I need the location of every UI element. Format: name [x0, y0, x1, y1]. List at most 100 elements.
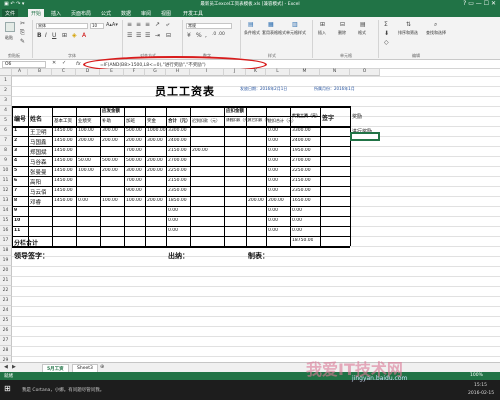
column-header-a[interactable]: A [12, 69, 28, 76]
align-left-icon[interactable]: ☰ [127, 32, 132, 39]
indent-icon[interactable]: ⇥ [155, 32, 160, 39]
cut-icon[interactable]: ✂ [20, 20, 25, 27]
cortana-search[interactable]: 我是 Cortana，小娜。有问题尽管问我。 [22, 387, 104, 393]
row-header-25[interactable]: 25 [0, 316, 12, 326]
conditional-format-button[interactable]: 条件格式 [244, 30, 260, 36]
column-header-c[interactable]: C [52, 69, 76, 76]
format-cells-button[interactable]: 格式 [358, 30, 366, 36]
sort-filter-icon[interactable]: ⇅ [406, 21, 411, 28]
sort-filter-button[interactable]: 排序和筛选 [398, 30, 418, 36]
insert-cells-icon[interactable]: ⊞ [320, 21, 325, 28]
font-grow-icon[interactable]: A▴A▾ [106, 22, 118, 28]
row-header-17[interactable]: 17 [0, 236, 12, 246]
underline-icon[interactable]: U [52, 32, 56, 39]
row-header-15[interactable]: 15 [0, 216, 12, 226]
fill-icon[interactable]: ⬇ [384, 30, 389, 37]
row-header-27[interactable]: 27 [0, 336, 12, 346]
worksheet[interactable]: ABCDEFGHIJKLMNO 1 2 3 4 5 6 7 8 9 10 11 12 13 14 15 16 1… [0, 69, 500, 366]
delete-cells-button[interactable]: 删除 [338, 30, 346, 36]
row-header-1[interactable]: 1 [0, 76, 12, 86]
cell-styles-button[interactable]: 单元格样式 [286, 30, 306, 36]
align-right-icon[interactable]: ☰ [145, 32, 150, 39]
row-header-11[interactable]: 11 [0, 176, 12, 186]
row-header-7[interactable]: 7 [0, 136, 12, 146]
row-header-19[interactable]: 19 [0, 256, 12, 266]
row-header-3[interactable]: 3 [0, 96, 12, 106]
fill-color-icon[interactable]: ◈ [72, 32, 77, 39]
cancel-icon[interactable]: ✕ [52, 60, 56, 66]
align-top-icon[interactable]: ≡ [127, 21, 132, 28]
column-header-l[interactable]: L [266, 69, 290, 76]
row-header-10[interactable]: 10 [0, 166, 12, 176]
cell-styles-icon[interactable]: ▥ [292, 21, 298, 28]
column-header-n[interactable]: N [320, 69, 350, 76]
row-header-28[interactable]: 28 [0, 346, 12, 356]
delete-cells-icon[interactable]: ⊟ [340, 21, 345, 28]
row-header-4[interactable]: 4 [0, 106, 12, 116]
column-header-d[interactable]: D [76, 69, 100, 76]
font-name-select[interactable]: 宋体 [36, 23, 88, 29]
row-header-21[interactable]: 21 [0, 276, 12, 286]
border-icon[interactable]: ⊞ [62, 32, 67, 39]
align-center-icon[interactable]: ☰ [136, 32, 141, 39]
column-header-e[interactable]: E [100, 69, 124, 76]
row-header-13[interactable]: 13 [0, 196, 12, 206]
insert-function-icon[interactable]: fx [76, 61, 81, 67]
windows-start-icon[interactable]: ⊞ [4, 384, 11, 393]
column-header-j[interactable]: J [224, 69, 246, 76]
select-all-corner[interactable] [0, 69, 12, 76]
insert-cells-button[interactable]: 插入 [318, 30, 326, 36]
format-cells-icon[interactable]: ▤ [360, 21, 366, 28]
conditional-format-icon[interactable]: ▤ [248, 21, 254, 28]
align-middle-icon[interactable]: ≡ [136, 21, 141, 28]
row-header-14[interactable]: 14 [0, 206, 12, 216]
column-header-g[interactable]: G [145, 69, 166, 76]
number-format-select[interactable]: 常规 [186, 23, 232, 29]
clear-icon[interactable]: ◇ [384, 39, 389, 46]
column-header-k[interactable]: K [246, 69, 266, 76]
column-header-i[interactable]: I [190, 69, 224, 76]
column-header-o[interactable]: O [350, 69, 380, 76]
column-header-b[interactable]: B [28, 69, 52, 76]
find-select-button[interactable]: 查找和选择 [426, 30, 446, 36]
confirm-icon[interactable]: ✓ [62, 60, 66, 66]
bold-icon[interactable]: B [37, 32, 42, 39]
row-header-24[interactable]: 24 [0, 306, 12, 316]
row-header-2[interactable]: 2 [0, 86, 12, 96]
italic-icon[interactable]: I [45, 32, 47, 39]
find-select-icon[interactable]: ⌕ [434, 21, 437, 29]
paste-icon[interactable] [5, 22, 15, 32]
percent-icon[interactable]: % [196, 32, 202, 39]
name-box[interactable]: O6 [2, 61, 46, 68]
merge-center-icon[interactable]: ⊟ [166, 32, 171, 39]
decimal-icon[interactable]: .0 .00 [212, 32, 225, 37]
row-header-22[interactable]: 22 [0, 286, 12, 296]
row-header-16[interactable]: 16 [0, 226, 12, 236]
row-header-8[interactable]: 8 [0, 146, 12, 156]
column-header-h[interactable]: H [166, 69, 190, 76]
column-header-f[interactable]: F [124, 69, 145, 76]
format-painter-icon[interactable]: ✎ [20, 38, 25, 45]
format-table-icon[interactable]: ▦ [268, 21, 274, 28]
row-header-6[interactable]: 6 [0, 126, 12, 136]
format-table-button[interactable]: 套用表格格式 [262, 30, 286, 36]
align-bottom-icon[interactable]: ≡ [145, 21, 150, 28]
selected-cell[interactable] [350, 132, 380, 141]
comma-icon[interactable]: , [205, 32, 207, 39]
row-header-12[interactable]: 12 [0, 186, 12, 196]
row-header-20[interactable]: 20 [0, 266, 12, 276]
column-header-m[interactable]: M [290, 69, 320, 76]
row-header-9[interactable]: 9 [0, 156, 12, 166]
currency-icon[interactable]: ¥ [187, 32, 191, 39]
autosum-icon[interactable]: Σ [384, 21, 388, 28]
add-sheet-icon[interactable]: ⊕ [100, 364, 104, 370]
window-controls[interactable]: ? ▭ — ☐ ✕ [463, 0, 496, 7]
font-size-select[interactable]: 10 [90, 23, 104, 29]
paste-button[interactable]: 粘贴 [5, 35, 13, 41]
zoom-level[interactable]: 100% [470, 373, 483, 378]
row-header-23[interactable]: 23 [0, 296, 12, 306]
row-header-18[interactable]: 18 [0, 246, 12, 256]
font-color-icon[interactable]: A [82, 32, 86, 39]
scroll-left-icon[interactable]: ◀ [4, 364, 8, 370]
row-header-5[interactable]: 5 [0, 116, 12, 126]
